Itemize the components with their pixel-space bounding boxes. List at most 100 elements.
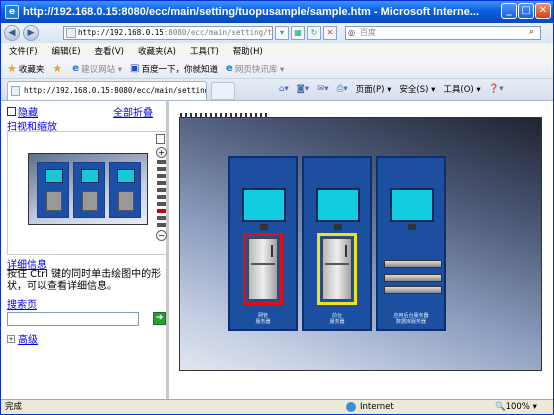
minimize-button[interactable]: _ <box>501 3 517 19</box>
hide-checkbox[interactable] <box>7 107 16 116</box>
page-search-input[interactable] <box>7 312 139 326</box>
menu-help[interactable]: 帮助(H) <box>233 45 263 57</box>
rack-server-unit[interactable] <box>384 260 442 268</box>
rack-cabinet[interactable]: 应用后台服务器 数据库服务器 <box>376 156 446 331</box>
zoom-tick[interactable] <box>157 195 166 199</box>
tab-page-icon <box>11 86 20 96</box>
suggested-sites-link[interactable]: e 建议网站 ▾ <box>72 63 122 75</box>
new-tab-button[interactable] <box>211 82 235 100</box>
zoom-tick[interactable] <box>157 181 166 185</box>
back-button[interactable]: ◀ <box>4 25 20 41</box>
server-tower-icon[interactable] <box>243 233 283 305</box>
address-host: http://192.168.0.15 <box>78 28 164 37</box>
star-icon: ★ <box>7 62 17 75</box>
search-placeholder: 百度 <box>360 28 376 37</box>
zoom-tick[interactable] <box>157 174 166 178</box>
zoom-level[interactable]: 🔍100% ▾ <box>495 400 537 414</box>
search-page-link[interactable]: 搜索页 <box>7 296 37 311</box>
menu-favorites[interactable]: 收藏夹(A) <box>138 45 176 57</box>
collapse-all-link[interactable]: 全部折叠 <box>113 104 153 119</box>
zoom-tick[interactable] <box>157 167 166 171</box>
tools-menu[interactable]: 工具(O) ▾ <box>443 83 480 95</box>
search-input[interactable]: ◎ 百度 <box>345 26 541 40</box>
command-bar: ⌂▾ ◙▾ ✉▾ ⎙▾ 页面(P) ▾ 安全(S) ▾ 工具(O) ▾ ❓▾ <box>279 83 512 95</box>
search-provider-icon: ◎ <box>348 28 355 37</box>
menu-edit[interactable]: 编辑(E) <box>52 45 81 57</box>
window-title: http://192.168.0.15:8080/ecc/main/settin… <box>23 6 480 18</box>
zoom-tick[interactable] <box>157 223 166 227</box>
favorites-bar: ★ 收藏夹 ★ e 建议网站 ▾ ▣ 百度一下，你就知道 e 网页快讯库 ▾ <box>1 59 553 79</box>
baidu-favorite-link[interactable]: ▣ 百度一下，你就知道 <box>130 63 218 75</box>
zoom-tick[interactable] <box>157 216 166 220</box>
feeds-icon[interactable]: ◙▾ <box>297 84 310 94</box>
monitor-stand <box>334 224 342 230</box>
hide-link[interactable]: 隐藏 <box>18 104 38 119</box>
print-icon[interactable]: ⎙▾ <box>337 84 348 94</box>
status-bar: 完成 Internet 🔍100% ▾ <box>1 399 553 414</box>
web-slice-icon: e <box>226 63 233 74</box>
zoom-tick[interactable] <box>157 188 166 192</box>
hide-toggle[interactable]: 隐藏 <box>7 104 38 119</box>
search-icon[interactable]: ⌕ <box>529 27 534 37</box>
browser-window: e http://192.168.0.15:8080/ecc/main/sett… <box>0 0 554 415</box>
details-text: 按住 Ctrl 键的同时单击绘图中的形状，可以查看详细信息。 <box>7 269 162 292</box>
menu-tools[interactable]: 工具(T) <box>190 45 219 57</box>
search-go-button[interactable]: ➔ <box>153 312 166 325</box>
safety-menu[interactable]: 安全(S) ▾ <box>399 83 435 95</box>
menu-file[interactable]: 文件(F) <box>9 45 38 57</box>
forward-button[interactable]: ▶ <box>23 25 39 41</box>
monitor-stand <box>408 224 416 230</box>
drawing-thumbnail[interactable] <box>28 153 148 225</box>
advanced-toggle[interactable]: + 高级 <box>7 331 38 346</box>
ie-icon: e <box>72 63 80 74</box>
refresh-icon[interactable]: ↻ <box>307 26 321 40</box>
server-tower-icon[interactable] <box>317 233 357 305</box>
zone-label: Internet <box>360 402 394 412</box>
rack-label: 网管 服务器 <box>255 313 271 325</box>
rack-cabinet[interactable]: 网管 服务器 <box>228 156 298 331</box>
globe-icon <box>346 402 356 412</box>
web-slice-gallery-link[interactable]: e 网页快讯库 ▾ <box>226 63 284 75</box>
zoom-out-icon[interactable]: − <box>156 230 167 241</box>
rack-server-unit[interactable] <box>384 286 442 294</box>
thumb-rack <box>37 162 69 218</box>
favorites-button[interactable]: ★ 收藏夹 <box>7 62 44 75</box>
tab-current[interactable]: http://192.168.0.15:8080/ecc/main/settin… <box>7 81 207 100</box>
add-favorite-button[interactable]: ★ <box>52 62 64 75</box>
page-menu[interactable]: 页面(P) ▾ <box>356 83 392 95</box>
rack-label: 前台 服务器 <box>329 313 345 325</box>
rack-server-unit[interactable] <box>384 274 442 282</box>
expand-icon[interactable]: + <box>7 334 15 343</box>
zoom-tick-selected[interactable] <box>157 209 166 213</box>
thumb-rack <box>109 162 141 218</box>
thumb-rack <box>73 162 105 218</box>
monitor-icon <box>316 188 360 222</box>
ie-app-icon: e <box>5 5 19 19</box>
page-icon <box>66 28 76 38</box>
zoom-in-icon[interactable]: + <box>156 147 167 158</box>
baidu-favorite-label: 百度一下，你就知道 <box>141 64 219 75</box>
address-input[interactable]: http://192.168.0.15:8080/ecc/main/settin… <box>63 26 273 40</box>
monitor-icon <box>242 188 286 222</box>
drawing-canvas[interactable]: 网管 服务器 前台 服务器 应用后台服务器 数据库服务器 <box>179 117 542 371</box>
rack-cabinet[interactable]: 前台 服务器 <box>302 156 372 331</box>
stop-icon[interactable]: ✕ <box>323 26 337 40</box>
maximize-button[interactable]: □ <box>518 3 534 19</box>
advanced-link[interactable]: 高级 <box>18 331 38 346</box>
navigation-pane: 隐藏 全部折叠 扫视和缩放 + − 详细信息 按住 Ctrl 键的同时单击绘图中… <box>1 101 169 399</box>
help-menu[interactable]: ❓▾ <box>489 84 504 94</box>
compat-view-icon[interactable]: ▦ <box>291 26 305 40</box>
address-dropdown-button[interactable]: ▾ <box>275 26 289 40</box>
zoom-slider[interactable]: + − <box>156 134 168 254</box>
address-path: :8080/ecc/main/setting/tuop <box>163 28 273 37</box>
close-button[interactable]: ✕ <box>535 3 551 19</box>
mail-icon[interactable]: ✉▾ <box>317 84 328 94</box>
zoom-tick[interactable] <box>157 160 166 164</box>
monitor-stand <box>260 224 268 230</box>
pan-zoom-window[interactable]: + − <box>7 131 167 255</box>
security-zone[interactable]: Internet <box>346 400 394 414</box>
menu-view[interactable]: 查看(V) <box>95 45 124 57</box>
home-icon[interactable]: ⌂▾ <box>279 84 289 94</box>
page-view-icon[interactable] <box>156 134 165 144</box>
zoom-tick[interactable] <box>157 202 166 206</box>
